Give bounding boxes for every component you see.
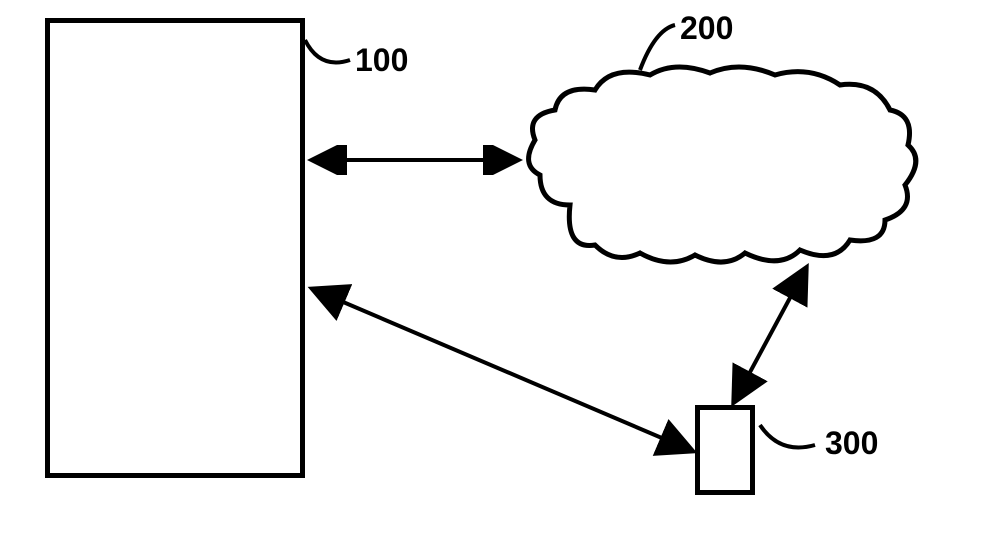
label-node3: 300	[825, 425, 878, 462]
arrow-node1-node3	[305, 280, 700, 460]
system-diagram: 100 200 300	[0, 0, 1000, 539]
label-node2: 200	[680, 10, 733, 47]
node-rectangle-small	[695, 405, 755, 495]
node-cloud	[510, 55, 930, 275]
leader-line-200	[625, 20, 685, 75]
arrow-node2-node3	[720, 260, 820, 410]
arrow-node1-node2	[305, 145, 525, 175]
leader-line-300	[755, 420, 825, 455]
node-rectangle-large	[45, 18, 305, 478]
leader-line-100	[300, 35, 360, 75]
label-node1: 100	[355, 42, 408, 79]
